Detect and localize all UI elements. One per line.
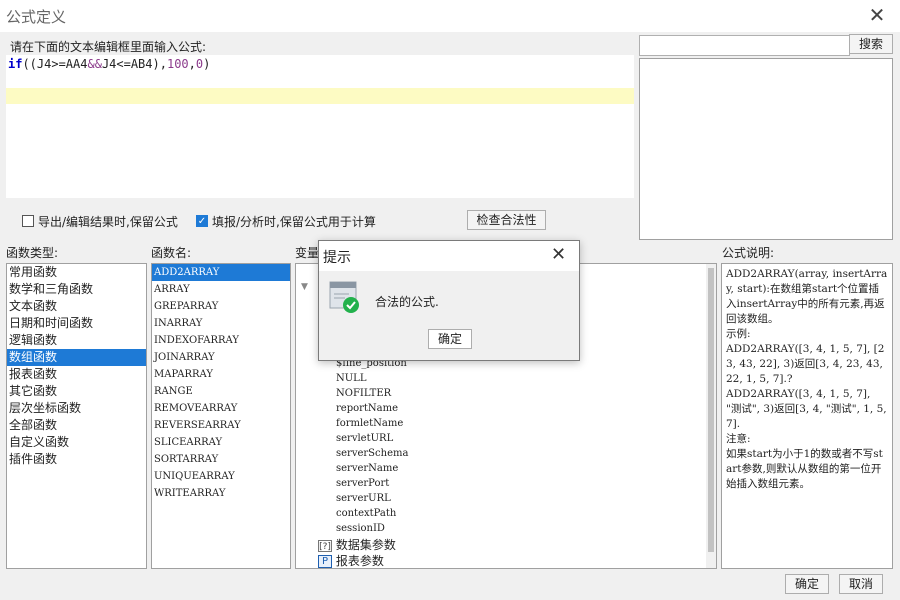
- search-input[interactable]: [639, 35, 850, 56]
- current-line-highlight: [6, 88, 634, 104]
- dialog-message: 合法的公式.: [375, 295, 439, 309]
- editor-prompt: 请在下面的文本编辑框里面输入公式:: [10, 40, 207, 54]
- func-name-item[interactable]: SORTARRAY: [152, 451, 290, 468]
- func-name-item[interactable]: REMOVEARRAY: [152, 400, 290, 417]
- func-name-item[interactable]: ADD2ARRAY: [152, 264, 290, 281]
- cancel-button[interactable]: 取消: [839, 574, 883, 594]
- description-panel: ADD2ARRAY(array, insertArray, start):在数组…: [721, 263, 893, 569]
- func-type-item[interactable]: 文本函数: [7, 298, 146, 315]
- func-type-item[interactable]: 逻辑函数: [7, 332, 146, 349]
- variable-item[interactable]: servletURL: [336, 431, 408, 446]
- fill-keep-formula-checkbox[interactable]: ✓: [196, 215, 208, 227]
- func-name-item[interactable]: GREPARRAY: [152, 298, 290, 315]
- window-title: 公式定义: [6, 8, 67, 26]
- dataset-icon: [?]: [318, 539, 332, 552]
- func-type-item[interactable]: 自定义函数: [7, 434, 146, 451]
- func-name-item[interactable]: JOINARRAY: [152, 349, 290, 366]
- variable-item[interactable]: reportName: [336, 401, 408, 416]
- dialog-title: 提示: [323, 250, 351, 266]
- tree-expand-arrow-icon[interactable]: ▼: [301, 282, 308, 292]
- func-name-item[interactable]: INDEXOFARRAY: [152, 332, 290, 349]
- dialog-body: 合法的公式. 确定: [319, 271, 579, 360]
- func-type-item[interactable]: 数学和三角函数: [7, 281, 146, 298]
- description-line: 示例:: [726, 328, 751, 340]
- variables-scrollbar[interactable]: [706, 264, 716, 568]
- func-type-item[interactable]: 日期和时间函数: [7, 315, 146, 332]
- func-type-list: 常用函数 数学和三角函数 文本函数 日期和时间函数 逻辑函数 数组函数 报表函数 其它函数 层次…: [6, 263, 147, 569]
- fill-keep-formula-label: 填报/分析时,保留公式用于计算: [212, 215, 376, 229]
- check-validity-button[interactable]: 检查合法性: [467, 210, 546, 230]
- func-type-item[interactable]: 插件函数: [7, 451, 146, 468]
- func-type-item[interactable]: 常用函数: [7, 264, 146, 281]
- description-line: 注意:: [726, 433, 751, 445]
- func-name-item[interactable]: ARRAY: [152, 281, 290, 298]
- func-name-item[interactable]: RANGE: [152, 383, 290, 400]
- func-type-item[interactable]: 其它函数: [7, 383, 146, 400]
- close-icon[interactable]: ✕: [866, 4, 888, 26]
- formula-function: if: [8, 57, 23, 71]
- variable-item[interactable]: NOFILTER: [336, 386, 408, 401]
- variable-item[interactable]: serverPort: [336, 476, 408, 491]
- func-type-item[interactable]: 报表函数: [7, 366, 146, 383]
- validation-dialog: 提示 ✕ 合法的公式. 确定: [318, 240, 580, 361]
- formula-editor[interactable]: if((J4>=AA4&&J4<=AB4),100,0): [6, 55, 634, 198]
- func-type-item[interactable]: 层次坐标函数: [7, 400, 146, 417]
- search-results-panel: [639, 58, 893, 240]
- title-bar: [0, 0, 900, 32]
- report-param-icon: P: [318, 555, 332, 568]
- variables-header: 变量: [295, 246, 320, 260]
- variable-item[interactable]: formletName: [336, 416, 408, 431]
- description-header: 公式说明:: [722, 246, 775, 260]
- description-line: ADD2ARRAY([3, 4, 1, 5, 7], "测试", 3)返回[3,…: [726, 388, 887, 430]
- func-name-item[interactable]: UNIQUEARRAY: [152, 468, 290, 485]
- func-name-item[interactable]: WRITEARRAY: [152, 485, 290, 502]
- func-name-item[interactable]: SLICEARRAY: [152, 434, 290, 451]
- variable-item[interactable]: serverURL: [336, 491, 408, 506]
- func-type-item[interactable]: 数组函数: [7, 349, 146, 366]
- dialog-ok-button[interactable]: 确定: [428, 329, 472, 349]
- description-line: 入insertArray中的所有元素,再返回该数组。: [726, 298, 885, 325]
- func-type-header: 函数类型:: [6, 246, 59, 260]
- tree-group-label: 数据集参数: [335, 538, 396, 552]
- func-name-list: ADD2ARRAY ARRAY GREPARRAY INARRAY INDEXOFARR…: [151, 263, 291, 569]
- variable-item[interactable]: contextPath: [336, 506, 408, 521]
- func-name-item[interactable]: REVERSEARRAY: [152, 417, 290, 434]
- variable-item[interactable]: sessionID: [336, 521, 408, 536]
- scrollbar-thumb[interactable]: [708, 268, 714, 552]
- func-type-item[interactable]: 全部函数: [7, 417, 146, 434]
- func-name-item[interactable]: INARRAY: [152, 315, 290, 332]
- export-keep-formula-checkbox[interactable]: [22, 215, 34, 227]
- dialog-close-icon[interactable]: ✕: [551, 245, 566, 265]
- variable-item[interactable]: serverSchema: [336, 446, 408, 461]
- formula-text: if((J4>=AA4&&J4<=AB4),100,0): [8, 57, 211, 71]
- success-check-icon: [329, 281, 359, 313]
- func-name-item[interactable]: MAPARRAY: [152, 366, 290, 383]
- ok-button[interactable]: 确定: [785, 574, 829, 594]
- export-keep-formula-label: 导出/编辑结果时,保留公式: [38, 215, 178, 229]
- description-line: ADD2ARRAY(array, insertArray, start):在数组…: [726, 268, 888, 295]
- tree-group-label: 报表参数: [335, 554, 384, 568]
- func-name-header: 函数名:: [151, 246, 192, 260]
- variable-item[interactable]: NULL: [336, 371, 408, 386]
- variable-item[interactable]: serverName: [336, 461, 408, 476]
- tree-group-report-params[interactable]: P 报表参数: [318, 553, 384, 568]
- tree-group-dataset[interactable]: [?] 数据集参数: [318, 537, 396, 553]
- description-line: ADD2ARRAY([3, 4, 1, 5, 7], [23, 43, 22],…: [726, 343, 885, 385]
- description-line: 如果start为小于1的数或者不写start参数,则默认从数组的第一位开始插入数…: [726, 448, 883, 490]
- search-button[interactable]: 搜索: [849, 34, 893, 54]
